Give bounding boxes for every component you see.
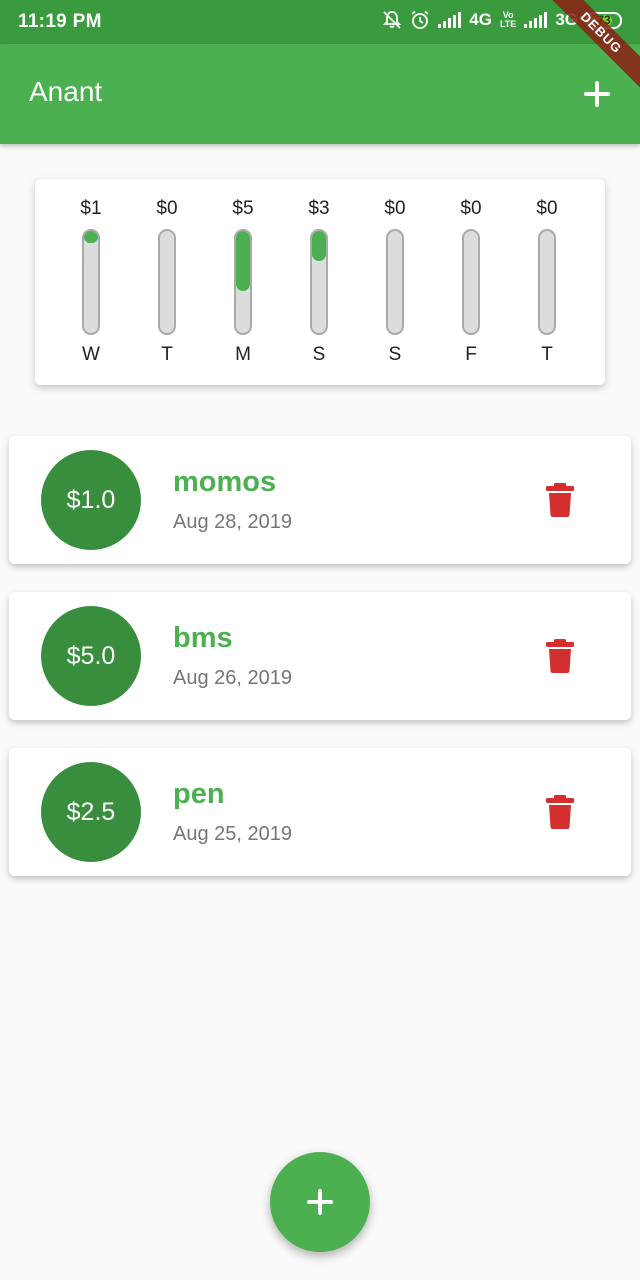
chart-bar: $0 F	[441, 179, 501, 385]
transaction-card[interactable]: $1.0 momos Aug 28, 2019	[9, 436, 631, 564]
chart-bar-fill	[236, 231, 250, 292]
transaction-date: Aug 26, 2019	[173, 667, 292, 689]
chart-bar: $0 T	[137, 179, 197, 385]
chart-bar-day: S	[388, 344, 402, 365]
add-transaction-fab[interactable]	[270, 1152, 370, 1252]
chart-bar-track	[158, 229, 176, 335]
transaction-amount-avatar: $5.0	[41, 606, 141, 706]
network-type-1: 4G	[469, 10, 492, 29]
app-bar: Anant	[0, 44, 640, 144]
transaction-title: momos	[173, 466, 277, 498]
transaction-title: pen	[173, 778, 225, 810]
app-title: Anant	[29, 76, 103, 107]
chart-bar-amount: $0	[460, 198, 482, 219]
chart-bar-day: S	[312, 344, 326, 365]
delete-button[interactable]	[543, 482, 577, 518]
notifications-off-icon	[382, 10, 402, 30]
volte-bottom: LTE	[499, 19, 517, 29]
chart-bar: $3 S	[289, 179, 349, 385]
status-time: 11:19 PM	[18, 11, 102, 32]
transaction-card[interactable]: $2.5 pen Aug 25, 2019	[9, 748, 631, 876]
delete-button[interactable]	[543, 638, 577, 674]
chart-bar-day: W	[82, 344, 100, 365]
chart-bar-track	[538, 229, 556, 335]
status-icons: 4G Vo LTE 3G 73	[382, 10, 622, 30]
chart-bar-track	[234, 229, 252, 335]
chart-bar-track	[82, 229, 100, 335]
transaction-title: bms	[173, 622, 233, 654]
chart-bar-track	[386, 229, 404, 335]
chart-bar-track	[310, 229, 328, 335]
chart-bar-fill	[312, 231, 326, 261]
chart-bar-track	[462, 229, 480, 335]
chart-bar-day: T	[161, 344, 173, 365]
transaction-amount-avatar: $1.0	[41, 450, 141, 550]
add-transaction-button[interactable]	[580, 77, 614, 111]
transaction-date: Aug 28, 2019	[173, 511, 292, 533]
chart-bar-amount: $0	[156, 198, 178, 219]
signal-icon	[438, 12, 462, 28]
chart-bar-day: F	[465, 344, 477, 365]
delete-icon	[546, 483, 574, 517]
chart-bar-amount: $0	[536, 198, 558, 219]
chart-bar-fill	[84, 231, 98, 244]
battery-percent: 73	[597, 12, 611, 27]
battery-icon: 73	[586, 11, 622, 29]
delete-icon	[546, 795, 574, 829]
status-bar: 11:19 PM 4G Vo LTE 3G 73	[0, 0, 640, 44]
delete-button[interactable]	[543, 794, 577, 830]
transaction-amount: $1.0	[66, 485, 116, 514]
signal-icon	[524, 12, 548, 28]
chart-bar: $1 W	[61, 179, 121, 385]
delete-icon	[546, 639, 574, 673]
transaction-amount-avatar: $2.5	[41, 762, 141, 862]
transaction-amount: $2.5	[66, 797, 116, 826]
network-type-2: 3G	[555, 10, 578, 29]
chart-bar: $0 T	[517, 179, 577, 385]
transaction-amount: $5.0	[66, 641, 116, 670]
alarm-icon	[410, 10, 430, 30]
chart-bar-amount: $0	[384, 198, 406, 219]
weekly-chart-card: $1 W $0 T $5 M $3 S $0 S $0 F $0 T	[35, 179, 605, 385]
chart-bar-day: M	[235, 344, 251, 365]
transaction-card[interactable]: $5.0 bms Aug 26, 2019	[9, 592, 631, 720]
chart-bar: $0 S	[365, 179, 425, 385]
chart-bar: $5 M	[213, 179, 273, 385]
chart-bar-amount: $3	[308, 198, 330, 219]
chart-bar-amount: $5	[232, 198, 254, 219]
transaction-date: Aug 25, 2019	[173, 823, 292, 845]
chart-bar-day: T	[541, 344, 553, 365]
volte-icon: Vo LTE	[500, 11, 516, 29]
chart-bar-amount: $1	[80, 198, 102, 219]
